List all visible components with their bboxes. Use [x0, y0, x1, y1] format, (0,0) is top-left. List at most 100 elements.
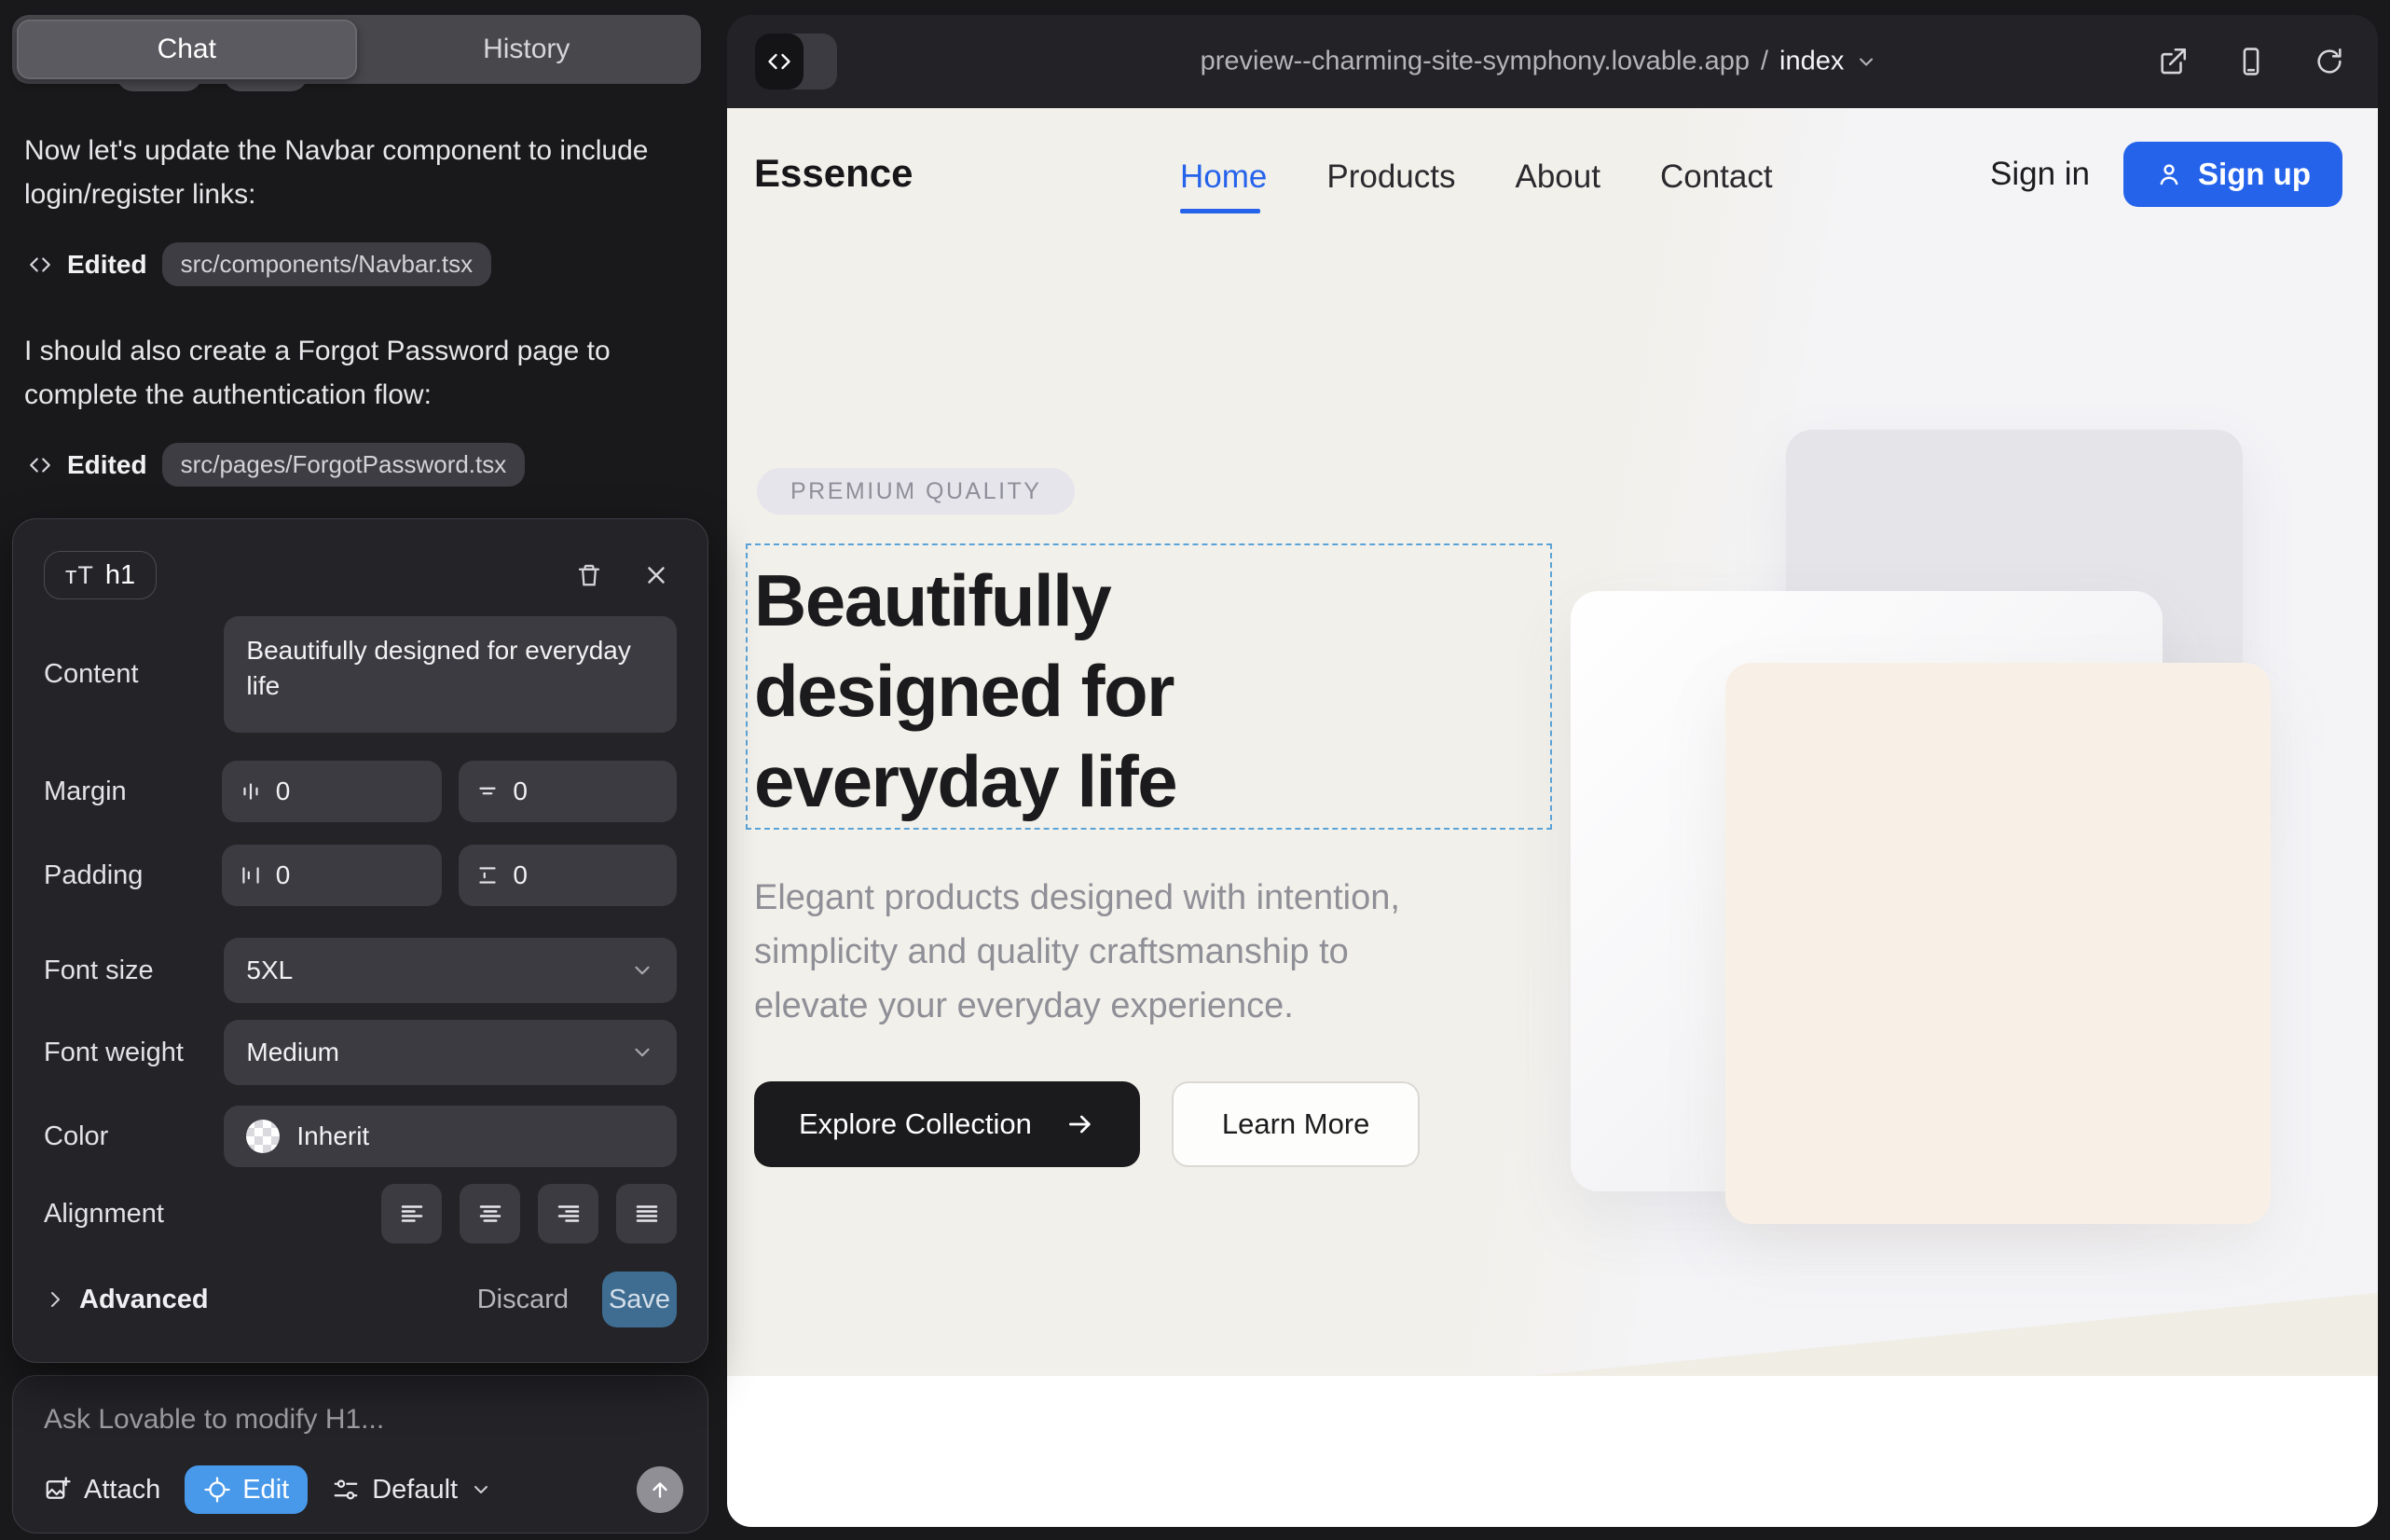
- content-label: Content: [44, 659, 224, 690]
- hero-subtext: Elegant products designed with intention…: [754, 871, 1400, 1033]
- discard-button[interactable]: Discard: [477, 1285, 569, 1315]
- open-external-button[interactable]: [2152, 41, 2193, 82]
- color-label: Color: [44, 1121, 224, 1152]
- font-weight-select[interactable]: Medium: [224, 1020, 677, 1085]
- chevron-right-icon: [44, 1288, 66, 1311]
- delete-element-button[interactable]: [569, 555, 610, 596]
- assistant-message: I should also create a Forgot Password p…: [24, 329, 686, 417]
- typography-icon: [65, 560, 94, 591]
- element-editor-panel: h1 Content Beautifully designed for ever…: [12, 518, 708, 1363]
- color-swatch: [246, 1120, 280, 1153]
- close-editor-button[interactable]: [636, 555, 677, 596]
- nav-link-products[interactable]: Products: [1326, 158, 1455, 196]
- align-left-icon: [398, 1200, 426, 1228]
- sign-up-button[interactable]: Sign up: [2123, 142, 2342, 207]
- file-chip[interactable]: src/pages/ForgotPassword.tsx: [162, 443, 526, 487]
- decorative-card-cream: [1725, 663, 2271, 1224]
- align-right-button[interactable]: [538, 1184, 598, 1244]
- align-center-icon: [476, 1200, 504, 1228]
- tag-name: h1: [105, 560, 135, 591]
- selected-element-tag[interactable]: h1: [44, 551, 157, 599]
- margin-vertical-input[interactable]: 0: [459, 761, 677, 822]
- nav-link-contact[interactable]: Contact: [1660, 158, 1773, 196]
- composer-input[interactable]: Ask Lovable to modify H1...: [44, 1404, 683, 1436]
- padding-label: Padding: [44, 860, 222, 891]
- align-left-button[interactable]: [381, 1184, 442, 1244]
- send-button[interactable]: [637, 1466, 683, 1513]
- site-navbar: Essence Home Products About Contact Sign…: [727, 108, 2378, 225]
- mobile-view-button[interactable]: [2231, 41, 2272, 82]
- edit-mode-button[interactable]: Edit: [185, 1465, 308, 1514]
- alignment-label: Alignment: [44, 1199, 225, 1230]
- margin-horizontal-icon: [239, 779, 263, 804]
- font-size-label: Font size: [44, 956, 224, 986]
- trash-icon: [575, 561, 603, 589]
- margin-label: Margin: [44, 777, 222, 807]
- chevron-down-icon: [470, 1478, 492, 1501]
- code-icon: [766, 48, 792, 75]
- align-center-button[interactable]: [460, 1184, 520, 1244]
- chevron-down-icon: [630, 958, 654, 983]
- padding-horizontal-input[interactable]: 0: [222, 845, 443, 906]
- url-breadcrumb[interactable]: preview--charming-site-symphony.lovable.…: [1201, 47, 1878, 77]
- mode-select[interactable]: Default: [332, 1475, 492, 1506]
- margin-horizontal-input[interactable]: 0: [222, 761, 443, 822]
- app-root: ·· Chat History Now let's update the Nav…: [0, 0, 2390, 1540]
- tab-chat[interactable]: Chat: [17, 20, 357, 79]
- premium-badge: PREMIUM QUALITY: [757, 468, 1075, 515]
- save-button[interactable]: Save: [602, 1272, 677, 1327]
- close-icon: [642, 561, 670, 589]
- align-justify-icon: [633, 1200, 661, 1228]
- code-icon: [28, 253, 52, 277]
- edited-label: Edited: [67, 450, 147, 480]
- target-icon: [203, 1476, 231, 1504]
- learn-more-button[interactable]: Learn More: [1172, 1081, 1421, 1167]
- padding-vertical-icon: [475, 863, 500, 887]
- file-chip[interactable]: src/components/Navbar.tsx: [162, 242, 492, 286]
- sign-in-link[interactable]: Sign in: [1990, 156, 2090, 193]
- arrow-up-icon: [648, 1478, 672, 1502]
- site-logo[interactable]: Essence: [754, 151, 913, 196]
- align-justify-button[interactable]: [616, 1184, 677, 1244]
- attach-button[interactable]: Attach: [44, 1475, 160, 1506]
- external-link-icon: [2157, 46, 2189, 77]
- nav-link-about[interactable]: About: [1516, 158, 1600, 196]
- content-input[interactable]: Beautifully designed for everyday life: [224, 616, 677, 733]
- user-icon: [2155, 160, 2183, 188]
- edited-file-row: Edited src/pages/ForgotPassword.tsx: [28, 443, 686, 487]
- margin-vertical-icon: [475, 779, 500, 804]
- explore-collection-button[interactable]: Explore Collection: [754, 1081, 1140, 1167]
- font-size-select[interactable]: 5XL: [224, 938, 677, 1003]
- arrow-right-icon: [1065, 1109, 1095, 1139]
- sliders-icon: [332, 1476, 360, 1504]
- nav-link-home[interactable]: Home: [1180, 158, 1267, 196]
- code-preview-toggle[interactable]: [755, 34, 837, 89]
- padding-horizontal-icon: [239, 863, 263, 887]
- code-icon: [28, 453, 52, 477]
- mobile-icon: [2235, 46, 2267, 77]
- chat-composer: Ask Lovable to modify H1... Attach Edit …: [12, 1375, 708, 1533]
- refresh-icon: [2314, 46, 2345, 77]
- refresh-button[interactable]: [2309, 41, 2350, 82]
- hero-section: Essence Home Products About Contact Sign…: [727, 108, 2378, 1376]
- chat-history-tabbar: Chat History: [12, 15, 701, 84]
- edited-label: Edited: [67, 250, 147, 280]
- color-select[interactable]: Inherit: [224, 1106, 677, 1167]
- url-separator: /: [1761, 47, 1768, 77]
- advanced-toggle[interactable]: Advanced: [44, 1285, 209, 1315]
- font-weight-label: Font weight: [44, 1038, 224, 1068]
- decorative-wedge: [1529, 1278, 2378, 1376]
- assistant-message: Now let's update the Navbar component to…: [24, 129, 686, 216]
- padding-vertical-input[interactable]: 0: [459, 845, 677, 906]
- url-page: index: [1779, 47, 1844, 77]
- tab-history[interactable]: History: [357, 20, 697, 79]
- hero-headline[interactable]: Beautifully designed for everyday life: [754, 556, 1176, 827]
- url-domain: preview--charming-site-symphony.lovable.…: [1201, 47, 1750, 77]
- chevron-down-icon: [1855, 50, 1877, 73]
- active-nav-underline: [1180, 209, 1260, 213]
- chevron-down-icon: [630, 1040, 654, 1065]
- image-plus-icon: [44, 1476, 72, 1504]
- chat-log: Now let's update the Navbar component to…: [24, 123, 686, 529]
- browser-panel: preview--charming-site-symphony.lovable.…: [727, 15, 2378, 1527]
- preview-viewport: Essence Home Products About Contact Sign…: [727, 108, 2378, 1527]
